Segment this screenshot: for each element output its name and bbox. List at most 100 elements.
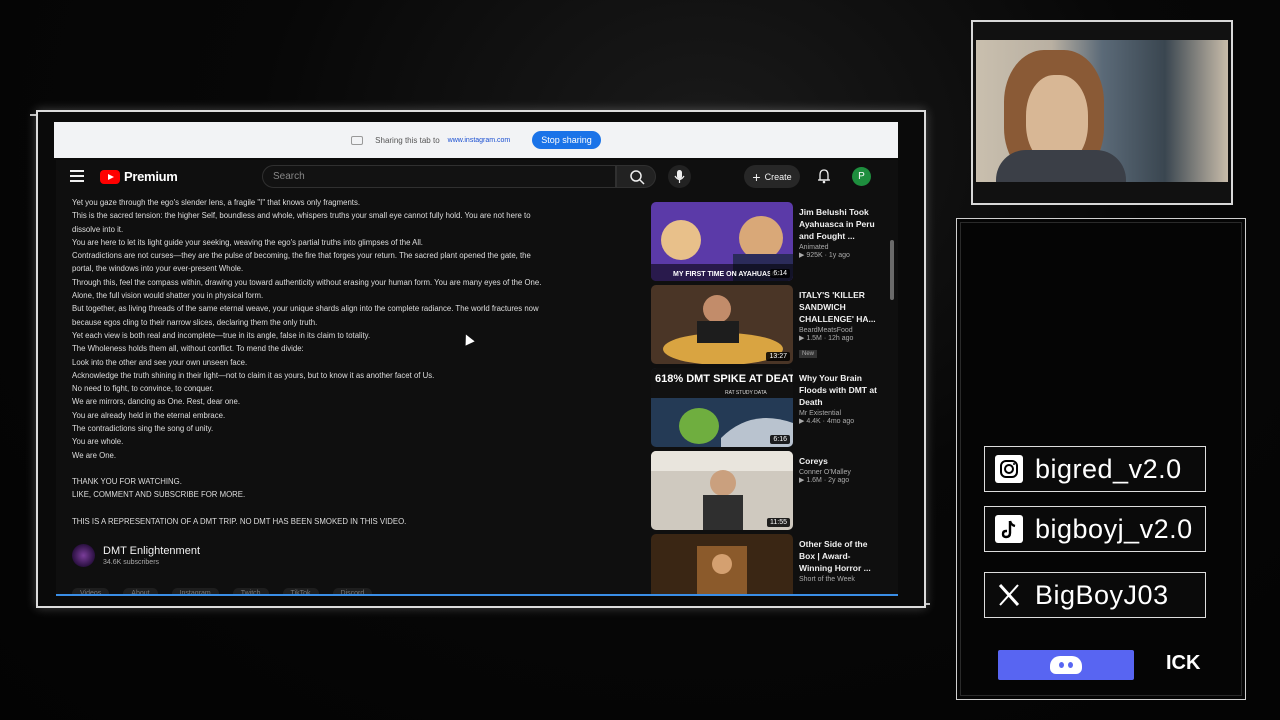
recommendations-list: MY FIRST TIME ON AYAHUASCA 6:14 Jim Belu…	[651, 202, 891, 594]
social-tiktok: bigboyj_v2.0	[984, 506, 1206, 552]
description-line: This is the sacred tension: the higher S…	[72, 211, 531, 221]
search-button[interactable]	[616, 165, 656, 188]
voice-search-button[interactable]	[668, 165, 691, 188]
link-discord[interactable]: Discord	[332, 588, 373, 594]
link-instagram[interactable]: Instagram	[171, 588, 219, 594]
create-label: Create	[764, 171, 792, 182]
link-videos[interactable]: Videos	[72, 588, 110, 594]
video-channel[interactable]: Animated	[799, 244, 879, 251]
tiktok-handle: bigboyj_v2.0	[1035, 513, 1193, 544]
video-title[interactable]: Jim Belushi Took Ayahuasca in Peru and F…	[799, 206, 879, 242]
social-x: BigBoyJ03	[984, 572, 1206, 618]
thumbnail-subcaption: RAT STUDY DATA	[725, 390, 767, 396]
video-title[interactable]: Other Side of the Box | Award-Winning Ho…	[799, 538, 879, 574]
discord-badge	[998, 650, 1134, 680]
recommended-video[interactable]: 11:55 Coreys Conner O'Malley ▶ 1.6M · 2y…	[651, 451, 891, 534]
notifications-bell-icon[interactable]	[816, 168, 832, 184]
video-thumbnail[interactable]: 13:27	[651, 285, 793, 364]
description-line: Yet you gaze through the ego's slender l…	[72, 198, 361, 207]
disclaimer-text: THIS IS A REPRESENTATION OF A DMT TRIP. …	[72, 516, 407, 526]
description-line: You are here to let its light guide your…	[72, 237, 423, 247]
thumbnail-art	[651, 534, 793, 594]
video-duration: 11:55	[767, 518, 790, 527]
recommended-video[interactable]: 13:27 ITALY'S 'KILLER SANDWICH CHALLENGE…	[651, 285, 891, 368]
video-channel[interactable]: BeardMeatsFood	[799, 327, 879, 334]
stop-sharing-button[interactable]: Stop sharing	[532, 131, 601, 149]
video-title[interactable]: Coreys	[799, 455, 879, 467]
create-button[interactable]: + Create	[744, 165, 800, 188]
description-line: You are whole.	[72, 437, 124, 447]
recommendations-scrollbar[interactable]	[890, 240, 894, 300]
description-line: portal, the windows into your ever-prese…	[72, 264, 244, 274]
tiktok-icon	[995, 515, 1023, 543]
description-line: dissolve into it.	[72, 224, 124, 234]
description-line: Look into the other and see your own uns…	[72, 357, 248, 367]
youtube-header: Premium Search + Create P	[56, 160, 898, 194]
search-icon	[630, 170, 645, 185]
channel-links: Videos About Instagram Twitch TikTok Dis…	[72, 588, 373, 594]
logo-text: Premium	[124, 169, 178, 184]
youtube-logo[interactable]: Premium	[100, 169, 178, 184]
microphone-icon	[674, 170, 685, 183]
description-line: because egos cling to their narrow slice…	[72, 317, 318, 327]
description-line: We are mirrors, dancing as One. Rest, de…	[72, 397, 240, 407]
sharing-bar: Sharing this tab to www.instagram.com St…	[54, 122, 898, 158]
video-description: Yet you gaze through the ego's slender l…	[72, 196, 632, 528]
description-line: The contradictions sing the song of unit…	[72, 424, 214, 434]
x-handle: BigBoyJ03	[1035, 579, 1169, 610]
video-channel[interactable]: Conner O'Malley	[799, 469, 879, 476]
channel-name[interactable]: DMT Enlightenment	[103, 545, 200, 557]
description-line: But together, as living threads of the s…	[72, 304, 539, 314]
discord-tag: ICK	[1166, 652, 1201, 674]
instagram-icon	[995, 455, 1023, 483]
hamburger-menu-icon[interactable]	[70, 170, 84, 182]
instagram-handle: bigred_v2.0	[1035, 453, 1182, 484]
closing-line: THANK YOU FOR WATCHING.	[72, 476, 182, 486]
webcam-feed	[976, 40, 1228, 182]
link-tiktok[interactable]: TikTok	[282, 588, 319, 594]
social-instagram: bigred_v2.0	[984, 446, 1206, 492]
link-twitch[interactable]: Twitch	[232, 588, 269, 594]
video-thumbnail[interactable]: MY FIRST TIME ON AYAHUASCA 6:14	[651, 202, 793, 281]
channel-card[interactable]: DMT Enlightenment 34.6K subscribers	[72, 544, 200, 567]
video-meta: ▶ 925K · 1y ago	[799, 252, 850, 259]
channel-subscribers: 34.6K subscribers	[103, 559, 160, 566]
recommended-video[interactable]: MY FIRST TIME ON AYAHUASCA 6:14 Jim Belu…	[651, 202, 891, 285]
video-meta: ▶ 1.5M · 12h ago	[799, 335, 854, 342]
video-thumbnail[interactable]	[651, 534, 793, 594]
channel-avatar[interactable]	[72, 544, 95, 567]
description-line: No need to fight, to convince, to conque…	[72, 384, 214, 394]
thumbnail-caption: 618% DMT SPIKE AT DEATH	[655, 373, 793, 385]
video-meta: ▶ 1.6M · 2y ago	[799, 477, 850, 484]
screen-share-icon	[351, 135, 364, 145]
video-channel[interactable]: Short of the Week	[799, 576, 879, 583]
new-badge: New	[799, 350, 818, 358]
account-avatar[interactable]: P	[852, 167, 871, 186]
description-line: Acknowledge the truth shining in their l…	[72, 370, 435, 380]
recommended-video[interactable]: Other Side of the Box | Award-Winning Ho…	[651, 534, 891, 594]
sharing-site: www.instagram.com	[447, 136, 511, 144]
video-thumbnail[interactable]: 11:55	[651, 451, 793, 530]
search-input[interactable]: Search	[262, 165, 616, 188]
video-duration: 6:16	[770, 435, 790, 444]
description-line: Yet each view is both real and incomplet…	[72, 330, 371, 340]
video-thumbnail[interactable]: 618% DMT SPIKE AT DEATH RAT STUDY DATA 6…	[651, 368, 793, 447]
description-line: The Wholeness holds them all, without co…	[72, 344, 304, 354]
thumbnail-caption: MY FIRST TIME ON AYAHUASCA	[673, 271, 782, 278]
link-about[interactable]: About	[123, 588, 158, 594]
recommended-video[interactable]: 618% DMT SPIKE AT DEATH RAT STUDY DATA 6…	[651, 368, 891, 451]
webcam-person-shirt	[996, 150, 1126, 182]
description-line: Alone, the full vision would shatter you…	[72, 291, 264, 301]
video-duration: 6:14	[770, 269, 790, 278]
video-channel[interactable]: Mr Existential	[799, 410, 879, 417]
video-meta: ▶ 4.4K · 4mo ago	[799, 418, 855, 425]
video-title[interactable]: ITALY'S 'KILLER SANDWICH CHALLENGE' HA..…	[799, 289, 879, 325]
plus-icon: +	[752, 168, 761, 185]
youtube-play-icon	[100, 169, 120, 184]
description-line: Contradictions are not curses—they are t…	[72, 251, 531, 261]
closing-line: LIKE, COMMENT AND SUBSCRIBE FOR MORE.	[72, 490, 246, 500]
description-line: We are One.	[72, 450, 117, 460]
discord-icon	[1050, 656, 1082, 674]
video-title[interactable]: Why Your Brain Floods with DMT at Death	[799, 372, 879, 408]
youtube-page: Premium Search + Create P Yet you gaze t…	[56, 160, 898, 596]
